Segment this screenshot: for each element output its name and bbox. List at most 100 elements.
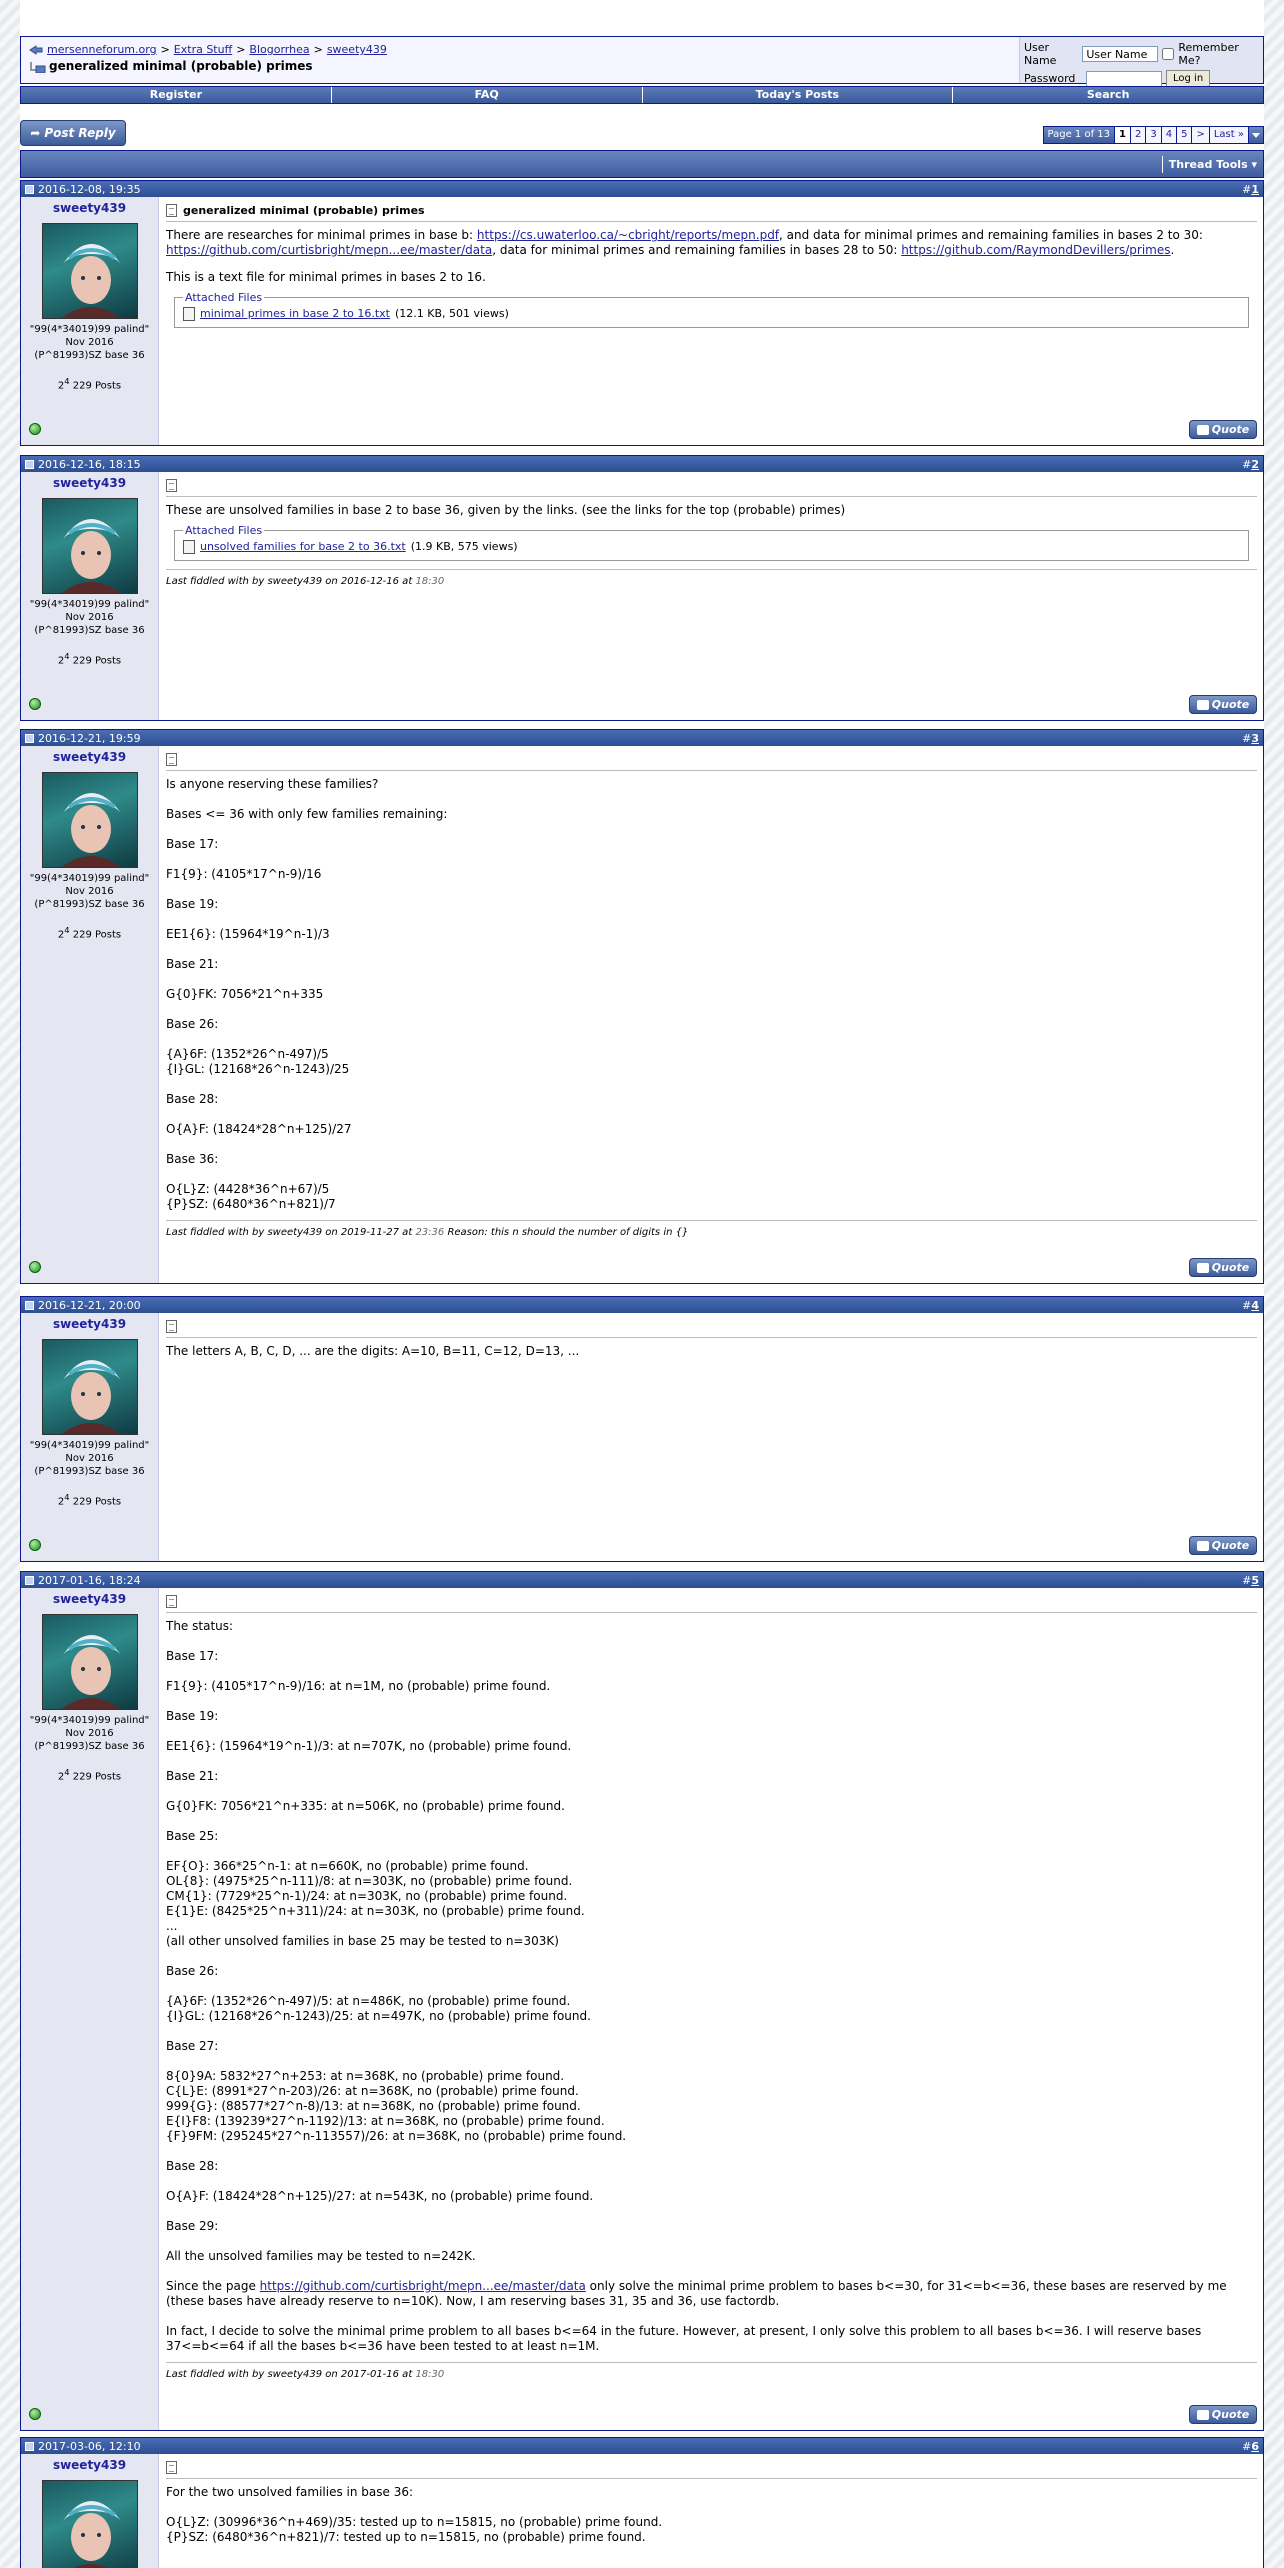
post-body: Since the page https://github.com/curtis… [166, 2279, 1227, 2308]
post-message: The letters A, B, C, D, ... are the digi… [160, 1313, 1263, 1561]
quote-button[interactable]: Quote [1189, 2405, 1257, 2424]
username-label: User Name [1024, 41, 1057, 67]
post: 2017-01-16, 18:24 #5 sweety439 "99(4*340… [20, 1571, 1264, 2431]
post-line: EF{O}: 366*25^n-1: at n=660K, no (probab… [166, 1859, 529, 1873]
post-number-link[interactable]: #4 [1242, 1299, 1259, 1312]
post-line: The status: [166, 1619, 234, 1633]
post-number-link[interactable]: #1 [1242, 183, 1259, 196]
username-link[interactable]: sweety439 [21, 201, 158, 215]
post-date: 2017-01-16, 18:24 [38, 1573, 141, 1587]
post-reply-label: Post Reply [44, 126, 116, 140]
avatar[interactable] [41, 1339, 138, 1435]
post-status-icon [25, 2441, 34, 2451]
attachment-link[interactable]: minimal primes in base 2 to 16.txt [200, 306, 390, 321]
menu-register[interactable]: Register [21, 87, 332, 103]
text-file-icon [183, 539, 195, 554]
login-form: User Name Remember Me? Password Log in [1019, 37, 1263, 87]
quote-button[interactable]: Quote [1189, 1258, 1257, 1277]
post-header: 2016-12-21, 19:59 #3 [21, 730, 1263, 746]
avatar[interactable] [41, 498, 138, 594]
post-line [166, 972, 1257, 987]
post-line [166, 822, 1257, 837]
breadcrumb: mersenneforum.org > Extra Stuff > Blogor… [29, 43, 1011, 56]
post-line: G{0}FK: 7056*21^n+335: at n=506K, no (pr… [166, 1799, 565, 1813]
post-number-link[interactable]: #3 [1242, 732, 1259, 745]
thread-title: generalized minimal (probable) primes [49, 59, 313, 73]
page-link-5[interactable]: 5 [1177, 127, 1192, 143]
chevron-down-icon: ▾ [1251, 158, 1257, 171]
username-link[interactable]: sweety439 [21, 1592, 158, 1606]
page-link-3[interactable]: 3 [1146, 127, 1161, 143]
page-jump-dropdown-icon[interactable] [1249, 127, 1263, 143]
avatar[interactable] [41, 772, 138, 868]
avatar[interactable] [41, 1614, 138, 1710]
menu-search[interactable]: Search [953, 87, 1263, 103]
quote-icon [1196, 1540, 1209, 1551]
breadcrumb-root-link[interactable]: mersenneforum.org [47, 43, 157, 56]
post-number-link[interactable]: #6 [1242, 2440, 1259, 2453]
thread-tools-menu[interactable]: Thread Tools ▾ [1161, 156, 1263, 173]
post-line: F1{9}: (4105*17^n-9)/16: at n=1M, no (pr… [166, 1679, 551, 1693]
navbar-breadcrumb-area: mersenneforum.org > Extra Stuff > Blogor… [21, 37, 1019, 83]
quote-button[interactable]: Quote [1189, 695, 1257, 714]
post-reply-button[interactable]: ➦ Post Reply [20, 120, 126, 146]
page-link-2[interactable]: 2 [1130, 127, 1146, 143]
username-input[interactable] [1082, 46, 1159, 62]
username-link[interactable]: sweety439 [21, 1317, 158, 1331]
post: 2017-03-06, 12:10 #6 sweety439 For the t… [20, 2437, 1264, 2568]
navbits-up-icon[interactable] [29, 44, 43, 55]
page-link-4[interactable]: 4 [1161, 127, 1177, 143]
post-line: 999{G}: (88577*27^n-8)/13: at n=368K, no… [166, 2099, 581, 2113]
username-link[interactable]: sweety439 [21, 750, 158, 764]
last-page-link[interactable]: Last » [1209, 127, 1248, 143]
reload-thread-icon[interactable] [29, 61, 46, 74]
post-number-link[interactable]: #5 [1242, 1574, 1259, 1587]
post-line: (all other unsolved families in base 25 … [166, 1934, 559, 1948]
post-line [166, 882, 1257, 897]
post-link[interactable]: https://cs.uwaterloo.ca/~cbright/reports… [477, 228, 779, 242]
username-link[interactable]: sweety439 [21, 2458, 158, 2472]
attachment-link[interactable]: unsolved families for base 2 to 36.txt [200, 539, 406, 554]
quote-button[interactable]: Quote [1189, 420, 1257, 439]
post-message: These are unsolved families in base 2 to… [160, 472, 1263, 720]
post-page-icon [166, 752, 177, 766]
post-link[interactable]: https://github.com/curtisbright/mepn...e… [166, 243, 492, 257]
post-header: 2016-12-21, 20:00 #4 [21, 1297, 1263, 1313]
post-line [166, 1664, 1257, 1679]
user-info: sweety439 "99(4*34019)99 palind" Nov 2016… [21, 1588, 159, 2430]
post-body: In fact, I decide to solve the minimal p… [166, 2324, 1202, 2353]
avatar[interactable] [41, 223, 138, 319]
post-line: {A}6F: (1352*26^n-497)/5 [166, 1047, 329, 1061]
post-line [166, 852, 1257, 867]
post-line [166, 2144, 1257, 2159]
post-line: {I}GL: (12168*26^n-1243)/25 [166, 1062, 350, 1076]
menu-faq[interactable]: FAQ [332, 87, 643, 103]
post-line: OL{8}: (4975*25^n-111)/8: at n=303K, no … [166, 1874, 573, 1888]
user-info: sweety439 "99(4*34019)99 palind" Nov 2016… [21, 197, 159, 445]
post-link[interactable]: https://github.com/RaymondDevillers/prim… [901, 243, 1170, 257]
breadcrumb-extra-stuff-link[interactable]: Extra Stuff [174, 43, 232, 56]
online-status-icon [29, 1539, 41, 1551]
menu-todays-posts[interactable]: Today's Posts [643, 87, 954, 103]
breadcrumb-separator: > [236, 43, 246, 56]
post-line [166, 1754, 1257, 1769]
username-link[interactable]: sweety439 [21, 476, 158, 490]
login-button[interactable]: Log in [1166, 70, 1211, 87]
user-info: sweety439 "99(4*34019)99 palind" Nov 2016… [21, 472, 159, 720]
post-line: C{L}E: (8991*27^n-203)/26: at n=368K, no… [166, 2084, 579, 2098]
breadcrumb-sweety439-link[interactable]: sweety439 [327, 43, 387, 56]
next-page-link[interactable]: > [1192, 127, 1209, 143]
online-status-icon [29, 698, 41, 710]
post-page-icon [166, 1594, 177, 1608]
password-input[interactable] [1086, 70, 1162, 87]
quote-button[interactable]: Quote [1189, 1536, 1257, 1555]
avatar[interactable] [41, 2480, 138, 2568]
post-line: Base 19: [166, 1709, 219, 1723]
remember-me-checkbox[interactable] [1162, 48, 1175, 60]
post-number-link[interactable]: #2 [1242, 458, 1259, 471]
post-line [166, 1724, 1257, 1739]
post-link[interactable]: https://github.com/curtisbright/mepn...e… [260, 2279, 586, 2293]
post-line: For the two unsolved families in base 36… [166, 2485, 414, 2499]
main-menu: Register FAQ Today's Posts Search [20, 86, 1264, 104]
breadcrumb-blogorrhea-link[interactable]: Blogorrhea [249, 43, 309, 56]
